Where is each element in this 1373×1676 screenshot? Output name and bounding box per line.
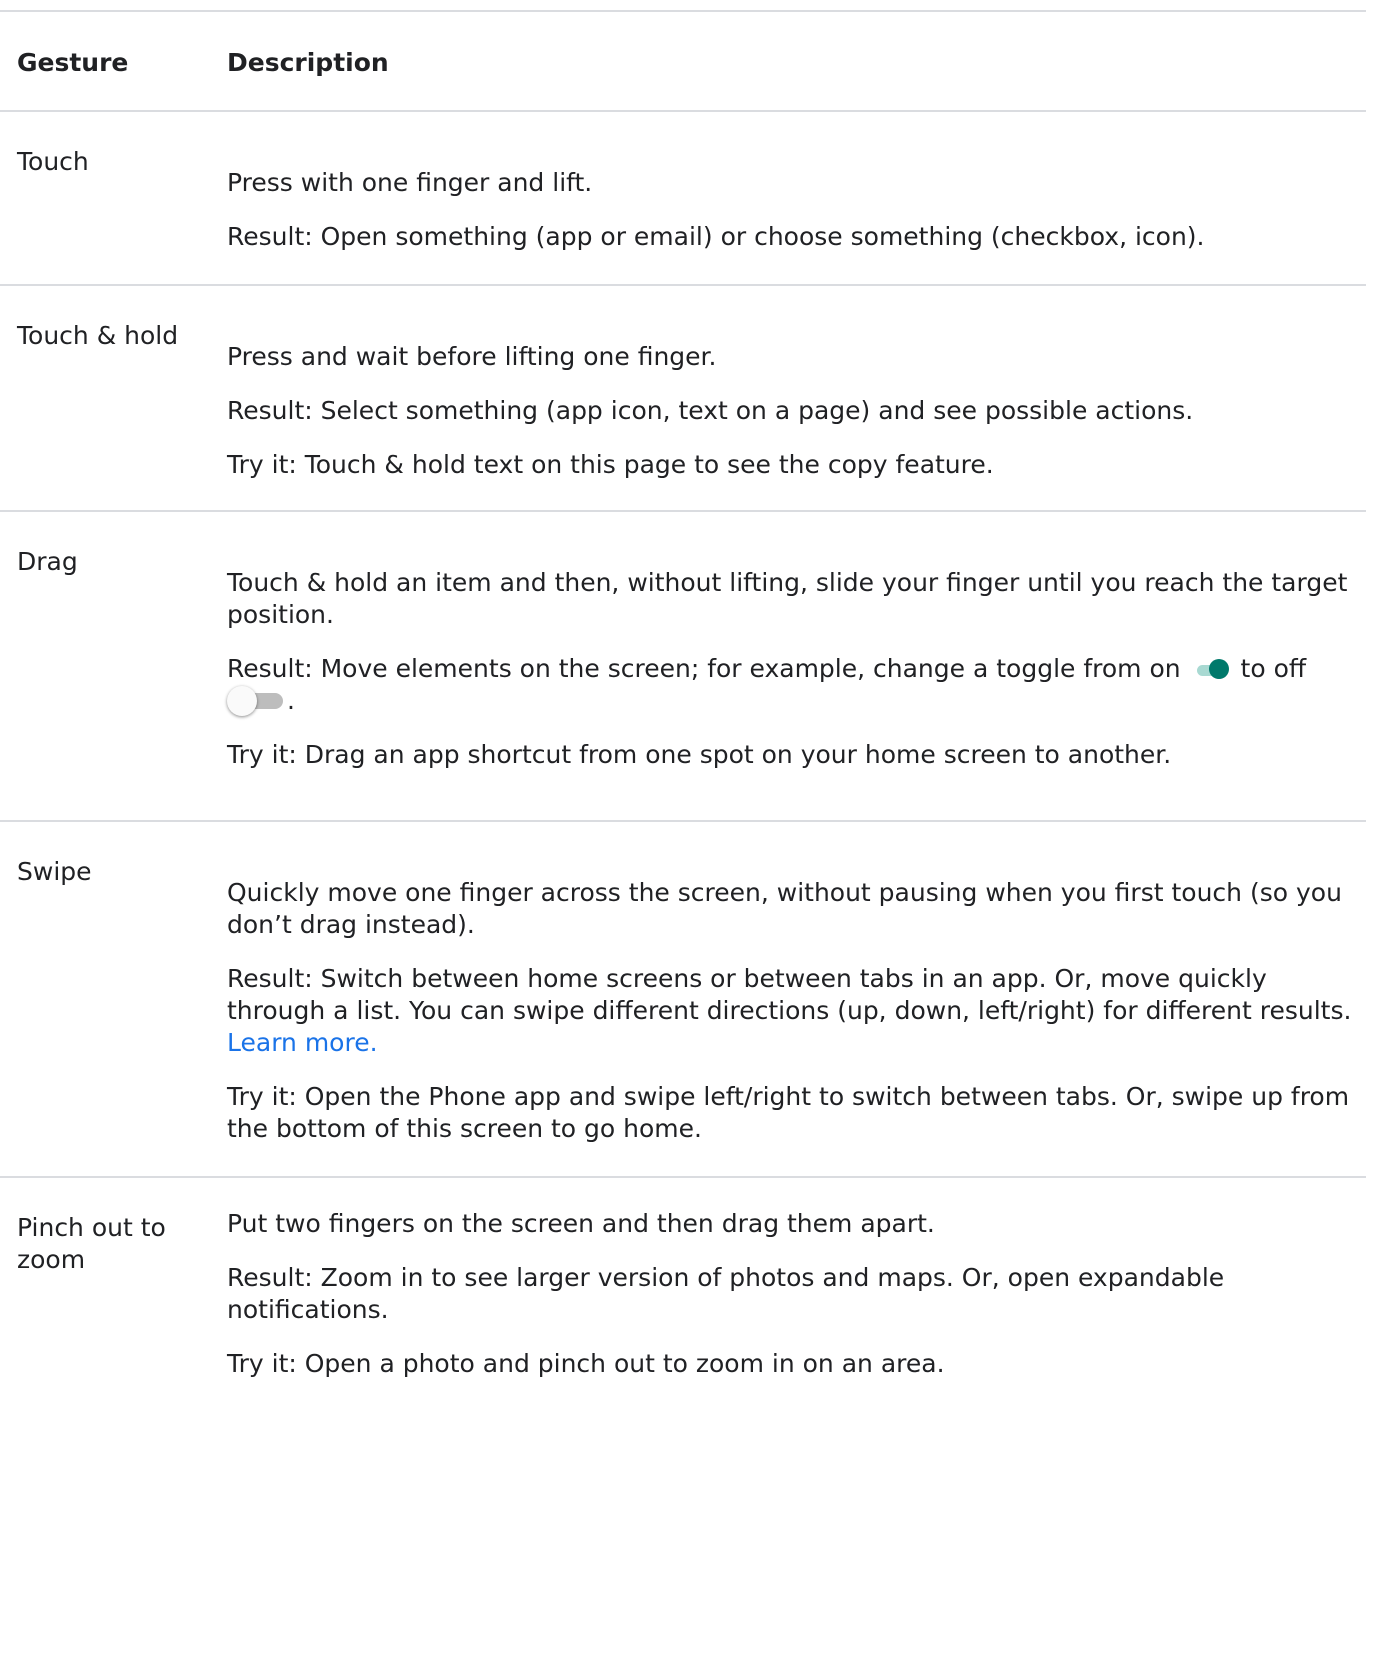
description-paragraph: Press and wait before lifting one finger… [227, 342, 717, 371]
gesture-description: Press and wait before lifting one finger… [227, 286, 1366, 510]
description-paragraph: Put two fingers on the screen and then d… [227, 1209, 935, 1238]
gesture-name: Drag [17, 547, 78, 576]
try-it-paragraph: Try it: Open a photo and pinch out to zo… [227, 1349, 945, 1378]
result-paragraph: Result: Select something (app icon, text… [227, 396, 1194, 425]
table-row: Swipe Quickly move one finger across the… [0, 820, 1366, 1176]
header-description: Description [227, 48, 389, 77]
gesture-description: Quickly move one finger across the scree… [227, 822, 1366, 1176]
gesture-description: Press with one finger and lift. Result: … [227, 112, 1366, 284]
gesture-name: Touch & hold [17, 321, 179, 350]
toggle-off-icon [227, 685, 285, 717]
gesture-description: Touch & hold an item and then, without l… [227, 512, 1366, 820]
table-row: Touch & hold Press and wait before lifti… [0, 284, 1366, 510]
result-paragraph: Result: Move elements on the screen; for… [227, 653, 1354, 717]
result-text-before-toggle: Result: Move elements on the screen; for… [227, 654, 1181, 683]
result-paragraph: Result: Switch between home screens or b… [227, 963, 1354, 1059]
result-paragraph: Result: Zoom in to see larger version of… [227, 1263, 1225, 1324]
header-gesture: Gesture [17, 48, 129, 77]
result-text-end: . [287, 686, 295, 715]
table-row: Pinch out to zoom Put two fingers on the… [0, 1176, 1366, 1676]
try-it-paragraph: Try it: Touch & hold text on this page t… [227, 450, 994, 479]
gesture-name: Pinch out to zoom [17, 1213, 166, 1274]
result-text-between-toggles: to off [1240, 654, 1307, 683]
gesture-name: Touch [17, 147, 89, 176]
table-row: Drag Touch & hold an item and then, with… [0, 510, 1366, 820]
description-paragraph: Press with one finger and lift. [227, 168, 593, 197]
description-paragraph: Quickly move one finger across the scree… [227, 878, 1342, 939]
try-it-paragraph: Try it: Drag an app shortcut from one sp… [227, 740, 1172, 769]
learn-more-link[interactable]: Learn more. [227, 1028, 378, 1057]
result-text: Result: Switch between home screens or b… [227, 964, 1352, 1025]
gesture-table: Gesture Description Touch Press with one… [0, 10, 1366, 1676]
table-row: Touch Press with one finger and lift. Re… [0, 110, 1366, 284]
gesture-name: Swipe [17, 857, 92, 886]
table-header-row: Gesture Description [0, 10, 1366, 110]
result-paragraph: Result: Open something (app or email) or… [227, 222, 1205, 251]
description-paragraph: Touch & hold an item and then, without l… [227, 568, 1348, 629]
try-it-paragraph: Try it: Open the Phone app and swipe lef… [227, 1082, 1350, 1143]
gesture-description: Put two fingers on the screen and then d… [227, 1178, 1366, 1676]
toggle-on-icon [1193, 659, 1229, 679]
